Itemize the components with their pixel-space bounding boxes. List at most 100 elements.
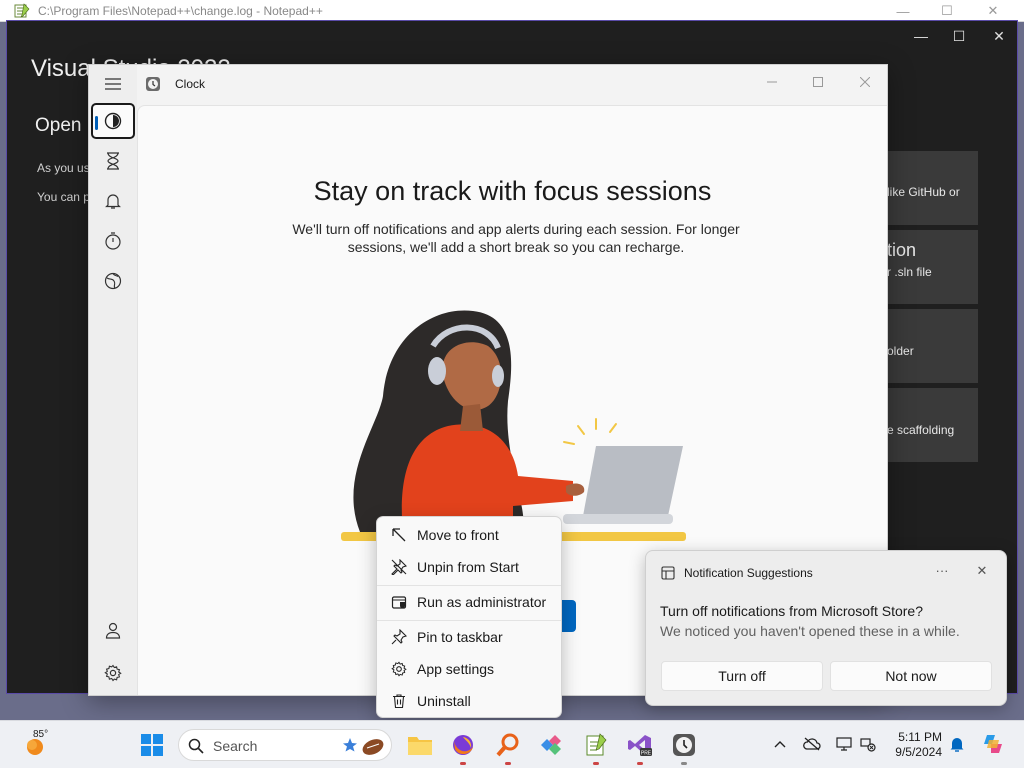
copilot-icon <box>984 735 1002 753</box>
not-now-button[interactable]: Not now <box>830 661 992 691</box>
search-highlight-icon <box>343 738 384 755</box>
notepad-close-button[interactable]: ✕ <box>970 0 1016 22</box>
menu-item-label: Move to front <box>417 527 499 543</box>
trash-icon <box>393 694 405 709</box>
notification-suggestions-icon <box>661 566 675 580</box>
close-notification-button[interactable]: ✕ <box>970 563 994 583</box>
stopwatch-icon <box>105 232 121 250</box>
menu-item-app-settings[interactable]: App settings <box>381 654 557 684</box>
power-automate-app[interactable] <box>535 729 567 761</box>
taskbar-time: 5:11 PM <box>898 730 942 744</box>
focus-illustration <box>341 310 686 541</box>
magnifier-app-icon <box>496 733 519 757</box>
running-indicator <box>593 762 599 765</box>
menu-item-move-to-front[interactable]: Move to front <box>381 520 557 550</box>
close-icon <box>860 77 870 87</box>
menu-item-pin-to-taskbar[interactable]: Pin to taskbar <box>381 622 557 652</box>
firefox-icon <box>453 735 473 755</box>
notification-toast: Notification Suggestions ··· ✕ Turn off … <box>645 550 1007 706</box>
menu-item-uninstall[interactable]: Uninstall <box>381 686 557 716</box>
notepad-title: C:\Program Files\Notepad++\change.log - … <box>38 4 323 18</box>
weather-temperature: 85° <box>33 729 49 740</box>
nav-timer[interactable] <box>91 143 135 179</box>
globe-icon <box>104 272 122 290</box>
menu-item-unpin-from-start[interactable]: Unpin from Start <box>381 552 557 582</box>
unpin-icon <box>391 559 407 575</box>
taskbar: 85° Search PRE 5:11 PM 9/5/2024 <box>0 720 1024 768</box>
clock-title: Clock <box>175 77 206 91</box>
firefox-app[interactable] <box>447 729 479 765</box>
turn-off-button[interactable]: Turn off <box>661 661 823 691</box>
bell-icon <box>105 194 121 209</box>
vs-card-new-project[interactable]: e scaffolding <box>887 388 978 462</box>
menu-item-label: App settings <box>417 661 495 677</box>
nav-world-clock[interactable] <box>91 263 135 299</box>
nav-focus-sessions[interactable] <box>91 103 135 139</box>
move-to-front-icon <box>392 528 406 542</box>
file-explorer-app[interactable] <box>404 729 436 761</box>
taskbar-search[interactable]: Search <box>178 729 392 761</box>
notepad-maximize-button[interactable]: ☐ <box>924 0 970 22</box>
vs-text-line-2: You can p <box>37 190 90 204</box>
monitor-icon <box>836 737 852 751</box>
copilot-button[interactable] <box>980 731 1006 757</box>
vs-maximize-button[interactable]: ☐ <box>939 25 979 47</box>
page-title: Stay on track with focus sessions <box>313 176 712 206</box>
notepad-plus-plus-app[interactable] <box>580 729 612 765</box>
show-hidden-icons-button[interactable] <box>769 733 791 755</box>
notification-body: We noticed you haven't opened these in a… <box>660 623 960 639</box>
network-icon <box>860 738 876 752</box>
shield-icon <box>391 596 407 609</box>
vs-minimize-button[interactable]: — <box>901 25 941 47</box>
nav-account[interactable] <box>91 613 135 649</box>
notifications-button[interactable] <box>946 733 968 755</box>
running-indicator <box>460 762 466 765</box>
display-tray[interactable] <box>833 733 855 755</box>
onedrive-tray[interactable] <box>801 733 823 755</box>
search-app[interactable] <box>492 729 524 765</box>
nav-alarm[interactable] <box>91 183 135 219</box>
context-menu: Move to front Unpin from Start Run as ad… <box>376 516 562 718</box>
notification-question: Turn off notifications from Microsoft St… <box>660 603 923 619</box>
nav-settings[interactable] <box>91 655 135 691</box>
network-tray[interactable] <box>857 733 879 755</box>
clock-minimize-button[interactable] <box>749 67 795 97</box>
vs-card-open-project[interactable]: tion r .sln file <box>887 230 978 304</box>
menu-item-run-as-administrator[interactable]: Run as administrator <box>381 587 557 617</box>
notepad-icon <box>586 733 607 756</box>
clock-app-icon <box>146 77 160 91</box>
power-automate-icon <box>541 735 561 755</box>
svg-text:PRE: PRE <box>641 751 652 757</box>
running-indicator <box>681 762 687 765</box>
start-button[interactable] <box>136 729 168 761</box>
vs-card-clone[interactable]: like GitHub or <box>887 151 978 225</box>
menu-item-label: Run as administrator <box>417 594 547 610</box>
clock-app[interactable] <box>668 729 700 765</box>
gear-icon <box>391 661 407 677</box>
visual-studio-icon: PRE <box>628 735 652 757</box>
windows-logo-icon <box>141 734 163 756</box>
taskbar-clock[interactable]: 5:11 PM 9/5/2024 <box>878 730 942 760</box>
visual-studio-preview-app[interactable]: PRE <box>624 729 656 765</box>
running-indicator <box>505 762 511 765</box>
pin-icon <box>391 629 407 645</box>
page-subtext: We'll turn off notifications and app ale… <box>292 221 740 255</box>
taskbar-date: 9/5/2024 <box>895 745 942 759</box>
notepad-minimize-button[interactable]: — <box>880 0 926 22</box>
focus-sessions-icon <box>104 112 122 130</box>
clock-maximize-button[interactable] <box>795 67 841 97</box>
folder-icon <box>408 737 432 755</box>
hamburger-menu-icon[interactable] <box>104 76 122 92</box>
vs-card-title: tion <box>887 240 917 260</box>
vs-card-text: e scaffolding <box>887 423 955 437</box>
menu-item-label: Uninstall <box>417 693 471 709</box>
search-placeholder: Search <box>213 738 258 754</box>
vs-card-open-folder[interactable]: older <box>887 309 978 383</box>
bell-icon <box>950 738 964 752</box>
vs-close-button[interactable]: ✕ <box>979 25 1019 47</box>
cloud-off-icon <box>803 737 821 751</box>
minimize-icon <box>767 81 777 83</box>
more-options-button[interactable]: ··· <box>930 563 954 583</box>
clock-close-button[interactable] <box>842 67 888 97</box>
nav-stopwatch[interactable] <box>91 223 135 259</box>
